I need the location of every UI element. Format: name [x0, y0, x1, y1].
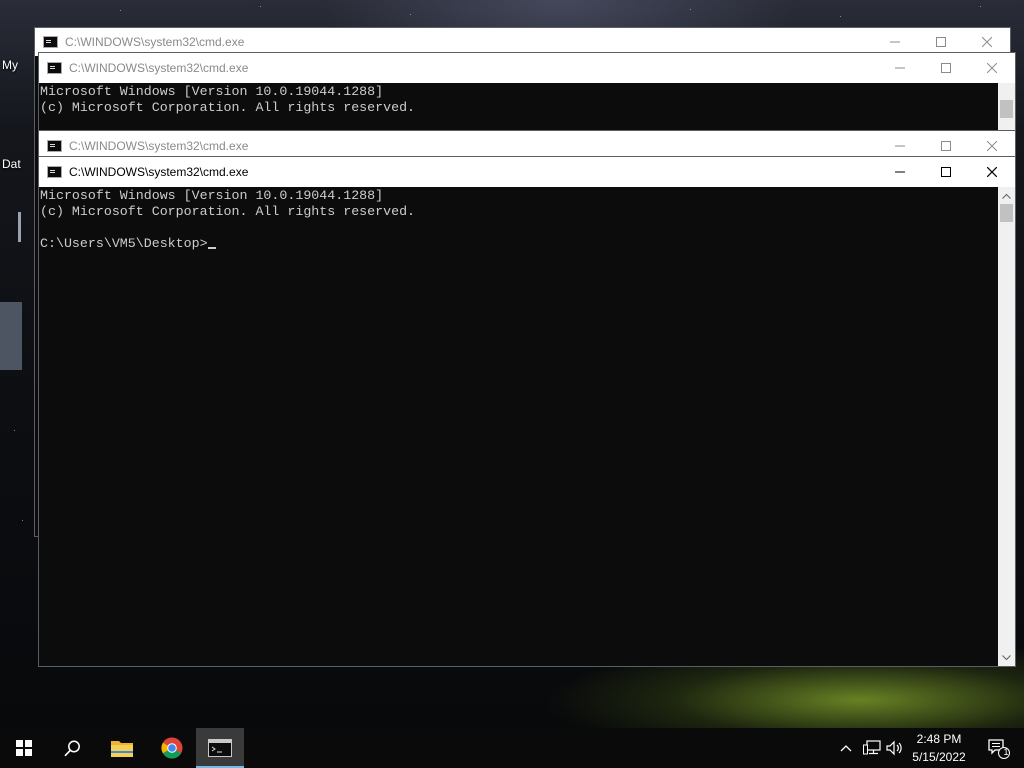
taskbar-clock[interactable]: 2:48 PM 5/15/2022 [905, 728, 973, 768]
network-icon [863, 740, 881, 755]
text-cursor [207, 247, 216, 249]
cmd-window-back-2[interactable]: C:\WINDOWS\system32\cmd.exe Microsoft Wi… [38, 52, 1016, 132]
scrollbar-thumb[interactable] [1000, 100, 1013, 118]
network-button[interactable] [860, 728, 884, 768]
notification-badge: 1 [1003, 747, 1009, 757]
start-button[interactable] [0, 728, 48, 768]
chevron-up-icon [840, 745, 852, 752]
console-output[interactable]: Microsoft Windows [Version 10.0.19044.12… [39, 187, 998, 666]
start-icon [16, 740, 32, 756]
show-hidden-icons-button[interactable] [836, 728, 856, 768]
desktop-icon-partial [18, 212, 21, 242]
file-explorer-icon [111, 741, 133, 757]
minimize-icon [890, 41, 900, 43]
close-button[interactable] [969, 157, 1015, 187]
clock-date: 5/15/2022 [912, 750, 966, 764]
maximize-button[interactable] [923, 53, 969, 83]
desktop-icon-label-dat[interactable]: Dat [2, 157, 21, 171]
command-prompt-line[interactable]: C:\Users\VM5\Desktop> [40, 236, 998, 252]
minimize-icon [895, 145, 905, 147]
taskbar: 2:48 PM 5/15/2022 1 [0, 728, 1024, 768]
console-line: Microsoft Windows [Version 10.0.19044.12… [40, 188, 384, 203]
maximize-button[interactable] [923, 157, 969, 187]
clock-time: 2:48 PM [916, 732, 962, 746]
window-title: C:\WINDOWS\system32\cmd.exe [65, 35, 245, 49]
close-icon [982, 37, 992, 47]
action-center-button[interactable]: 1 [978, 728, 1018, 768]
scrollbar-thumb[interactable] [1000, 204, 1013, 222]
console-line: (c) Microsoft Corporation. All rights re… [40, 100, 416, 115]
command-prompt-icon [47, 140, 62, 152]
command-prompt-icon [43, 36, 58, 48]
window-title: C:\WINDOWS\system32\cmd.exe [69, 139, 249, 153]
window-title: C:\WINDOWS\system32\cmd.exe [69, 61, 249, 75]
cmd-window-active[interactable]: C:\WINDOWS\system32\cmd.exe Microsoft Wi… [38, 156, 1016, 667]
vertical-scrollbar[interactable] [998, 187, 1015, 666]
console-line: Microsoft Windows [Version 10.0.19044.12… [40, 84, 384, 99]
minimize-button[interactable] [877, 157, 923, 187]
window-title: C:\WINDOWS\system32\cmd.exe [69, 165, 249, 179]
title-bar[interactable]: C:\WINDOWS\system32\cmd.exe [39, 53, 1015, 83]
close-icon [987, 167, 997, 177]
scroll-up-button[interactable] [998, 187, 1015, 204]
console-output[interactable]: Microsoft Windows [Version 10.0.19044.12… [39, 83, 998, 131]
taskbar-chrome[interactable] [148, 728, 196, 768]
chrome-icon [161, 737, 183, 759]
search-button[interactable] [48, 728, 96, 768]
prompt-path: C:\Users\VM5\Desktop> [40, 236, 208, 251]
taskbar-command-prompt[interactable] [196, 728, 244, 768]
volume-button[interactable] [884, 728, 906, 768]
command-prompt-icon [47, 166, 62, 178]
maximize-icon [936, 37, 946, 47]
minimize-icon [895, 67, 905, 69]
minimize-icon [895, 171, 905, 173]
chevron-down-icon [1002, 654, 1011, 660]
command-prompt-icon [47, 62, 62, 74]
desktop-icon-partial[interactable] [0, 302, 22, 370]
console-line: (c) Microsoft Corporation. All rights re… [40, 204, 416, 219]
title-bar[interactable]: C:\WINDOWS\system32\cmd.exe [39, 157, 1015, 187]
search-icon [63, 740, 80, 756]
maximize-icon [941, 63, 951, 73]
command-prompt-icon [208, 739, 232, 757]
close-button[interactable] [969, 53, 1015, 83]
volume-icon [886, 740, 902, 756]
close-icon [987, 141, 997, 151]
chevron-up-icon [1002, 193, 1011, 199]
maximize-icon [941, 141, 951, 151]
desktop-icon-label-my[interactable]: My [2, 58, 18, 72]
taskbar-file-explorer[interactable] [98, 728, 146, 768]
minimize-button[interactable] [877, 53, 923, 83]
scroll-down-button[interactable] [998, 649, 1015, 666]
maximize-icon [941, 167, 951, 177]
vertical-scrollbar[interactable] [998, 83, 1015, 131]
close-icon [987, 63, 997, 73]
